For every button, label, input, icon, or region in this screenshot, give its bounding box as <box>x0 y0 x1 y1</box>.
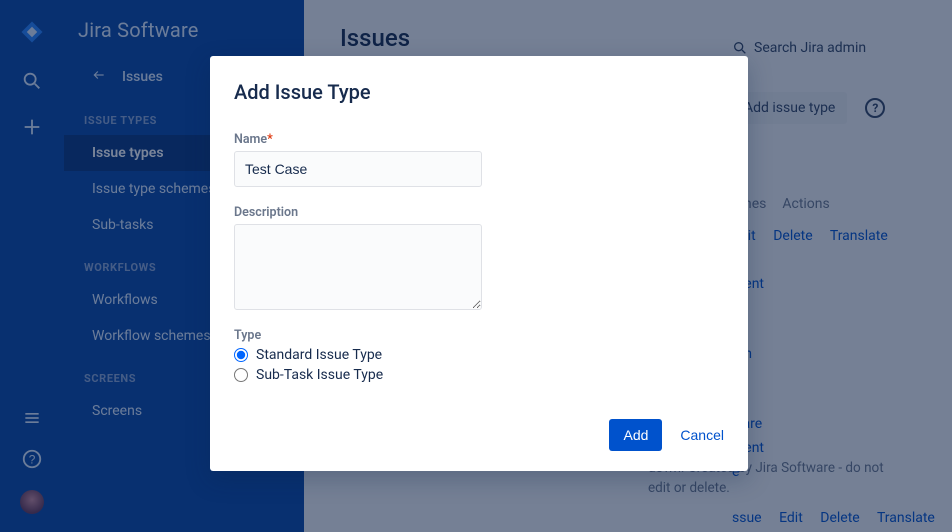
description-textarea[interactable] <box>234 224 482 310</box>
description-label: Description <box>234 205 724 220</box>
name-input[interactable] <box>234 151 482 187</box>
type-standard-label: Standard Issue Type <box>256 347 382 363</box>
type-subtask-label: Sub-Task Issue Type <box>256 367 383 383</box>
type-label: Type <box>234 328 724 343</box>
cancel-button[interactable]: Cancel <box>680 427 724 443</box>
modal-title: Add Issue Type <box>234 80 724 104</box>
add-issue-type-modal: Add Issue Type Name* Description Type St… <box>210 56 748 471</box>
type-subtask-radio[interactable] <box>234 368 248 382</box>
add-button[interactable]: Add <box>609 419 662 451</box>
name-label: Name* <box>234 132 724 147</box>
type-standard-radio[interactable] <box>234 348 248 362</box>
